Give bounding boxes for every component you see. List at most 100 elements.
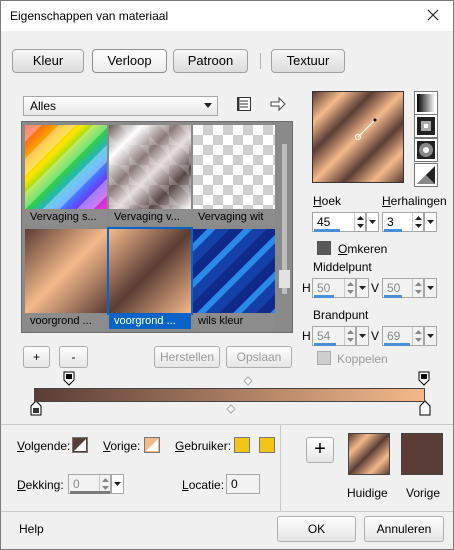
tab-textuur[interactable]: Textuur	[271, 49, 345, 73]
angle-spinbox[interactable]: 45	[312, 212, 366, 232]
user-label: Gebruiker:	[175, 439, 232, 453]
tab-strip: Kleur Verloop Patroon Textuur	[1, 39, 453, 75]
repeats-stepper[interactable]	[412, 213, 423, 231]
previous-color-preview[interactable]	[401, 433, 443, 475]
preset-category-dropdown[interactable]: Alles	[23, 96, 218, 116]
list-view-icon[interactable]	[235, 95, 253, 113]
focal-h-slider-bar[interactable]	[314, 343, 336, 346]
preset-scrollbar[interactable]	[277, 122, 292, 332]
opacity-dropdown[interactable]	[111, 474, 124, 494]
swatch-thumbnail	[107, 227, 193, 315]
radial-style-icon[interactable]	[414, 138, 438, 162]
tab-separator	[260, 53, 261, 69]
midpoint-v-dropdown[interactable]	[424, 278, 437, 298]
rectangular-style-icon[interactable]	[414, 114, 438, 138]
current-gradient-swatch[interactable]	[348, 433, 390, 475]
gradient-preset-grid: Vervaging s... Vervaging v... Vervaging …	[21, 121, 293, 333]
swatch-thumbnail	[25, 229, 107, 313]
top-stop-left-icon	[63, 371, 75, 386]
angle-value: 45	[317, 215, 331, 229]
sunburst-style-icon[interactable]	[414, 163, 438, 187]
swatch-thumbnail	[25, 125, 107, 209]
tab-patroon[interactable]: Patroon	[173, 49, 248, 73]
add-color-button[interactable]: +	[306, 437, 334, 463]
focal-h-spinbox[interactable]: 54	[312, 326, 356, 346]
close-icon[interactable]	[423, 5, 443, 25]
cancel-button[interactable]: Annuleren	[364, 516, 444, 542]
repeats-spinbox[interactable]: 3	[382, 212, 424, 232]
midpoint-v-slider-bar[interactable]	[384, 295, 402, 298]
opacity-value: 0	[73, 477, 80, 491]
midpoint-v-value: 50	[387, 281, 401, 295]
remove-preset-button[interactable]: -	[59, 346, 88, 368]
linear-style-icon[interactable]	[414, 91, 438, 115]
user-color-swatch-1[interactable]	[234, 437, 250, 453]
tab-kleur[interactable]: Kleur	[12, 49, 84, 73]
swatch-label: Vervaging wit	[193, 210, 275, 225]
previous-label: Vorige:	[103, 439, 141, 453]
arrow-right-icon[interactable]	[269, 95, 287, 113]
focal-v-stepper[interactable]	[412, 327, 423, 345]
swatch-label: Vervaging v...	[109, 210, 191, 225]
current-label: Huidige	[347, 486, 388, 500]
location-field[interactable]: 0	[226, 474, 260, 494]
section-divider	[1, 424, 453, 425]
top-midpoint-icon	[243, 376, 253, 386]
scrollbar-thumb[interactable]	[279, 270, 290, 288]
next-color-swatch[interactable]	[72, 437, 88, 453]
preset-metallic[interactable]: Vervaging v...	[109, 125, 191, 225]
previous-color-label: Vorige	[406, 486, 441, 500]
angle-slider-bar[interactable]	[314, 229, 340, 232]
invert-label: Omkeren	[338, 242, 388, 256]
title-bar: Eigenschappen van materiaal	[1, 1, 453, 31]
tab-verloop[interactable]: Verloop	[92, 49, 167, 73]
window-title: Eigenschappen van materiaal	[10, 9, 169, 23]
focal-point-label: Brandpunt	[313, 308, 369, 322]
reset-button[interactable]: Herstellen	[154, 346, 220, 368]
help-link[interactable]: Help	[19, 522, 44, 536]
midpoint-h-spinbox[interactable]: 50	[312, 278, 356, 298]
bottom-stop-left-icon	[30, 400, 42, 416]
vertical-divider	[280, 425, 281, 511]
add-preset-button[interactable]: +	[23, 346, 50, 368]
gradient-bar[interactable]	[34, 388, 425, 402]
opacity-slider-bar[interactable]	[70, 491, 110, 494]
focal-h-stepper[interactable]	[344, 327, 355, 345]
preset-rainbow[interactable]: Vervaging s...	[25, 125, 107, 225]
swatch-label: wils kleur	[193, 314, 275, 329]
midpoint-h-dropdown[interactable]	[356, 278, 369, 298]
repeats-slider-bar[interactable]	[384, 229, 402, 232]
focal-v-spinbox[interactable]: 69	[382, 326, 424, 346]
midpoint-v-stepper[interactable]	[412, 279, 423, 297]
preset-foreground-2[interactable]: voorgrond ...	[107, 227, 193, 329]
gradient-preview[interactable]	[312, 91, 404, 183]
focal-h-value: 54	[317, 329, 331, 343]
midpoint-h-slider-bar[interactable]	[314, 295, 334, 298]
user-color-swatch-2[interactable]	[259, 437, 275, 453]
focal-v-slider-bar[interactable]	[384, 343, 410, 346]
bottom-stop-right-icon	[419, 400, 431, 416]
focal-v-dropdown[interactable]	[424, 326, 437, 346]
opacity-spinbox[interactable]: 0	[68, 474, 111, 494]
angle-dropdown[interactable]	[366, 212, 379, 232]
ok-button[interactable]: OK	[277, 516, 356, 542]
top-stop-right-icon	[418, 371, 430, 386]
angle-stepper[interactable]	[354, 213, 365, 231]
repeats-value: 3	[387, 215, 394, 229]
swatch-thumbnail	[193, 125, 275, 209]
link-checkbox[interactable]	[317, 351, 331, 365]
previous-color-swatch[interactable]	[144, 437, 160, 453]
midpoint-v-spinbox[interactable]: 50	[382, 278, 424, 298]
preset-blue[interactable]: wils kleur	[193, 229, 275, 329]
preset-white-fade[interactable]: Vervaging wit	[193, 125, 275, 225]
link-label: Koppelen	[337, 352, 388, 366]
midpoint-h-stepper[interactable]	[344, 279, 355, 297]
focal-h-dropdown[interactable]	[356, 326, 369, 346]
focal-v-value: 69	[387, 329, 401, 343]
footer-divider	[1, 511, 453, 512]
repeats-dropdown[interactable]	[424, 212, 437, 232]
preset-foreground-1[interactable]: voorgrond ...	[25, 229, 107, 329]
invert-checkbox[interactable]	[317, 241, 331, 255]
save-button[interactable]: Opslaan	[226, 346, 292, 368]
focal-h-label: H	[302, 329, 311, 343]
